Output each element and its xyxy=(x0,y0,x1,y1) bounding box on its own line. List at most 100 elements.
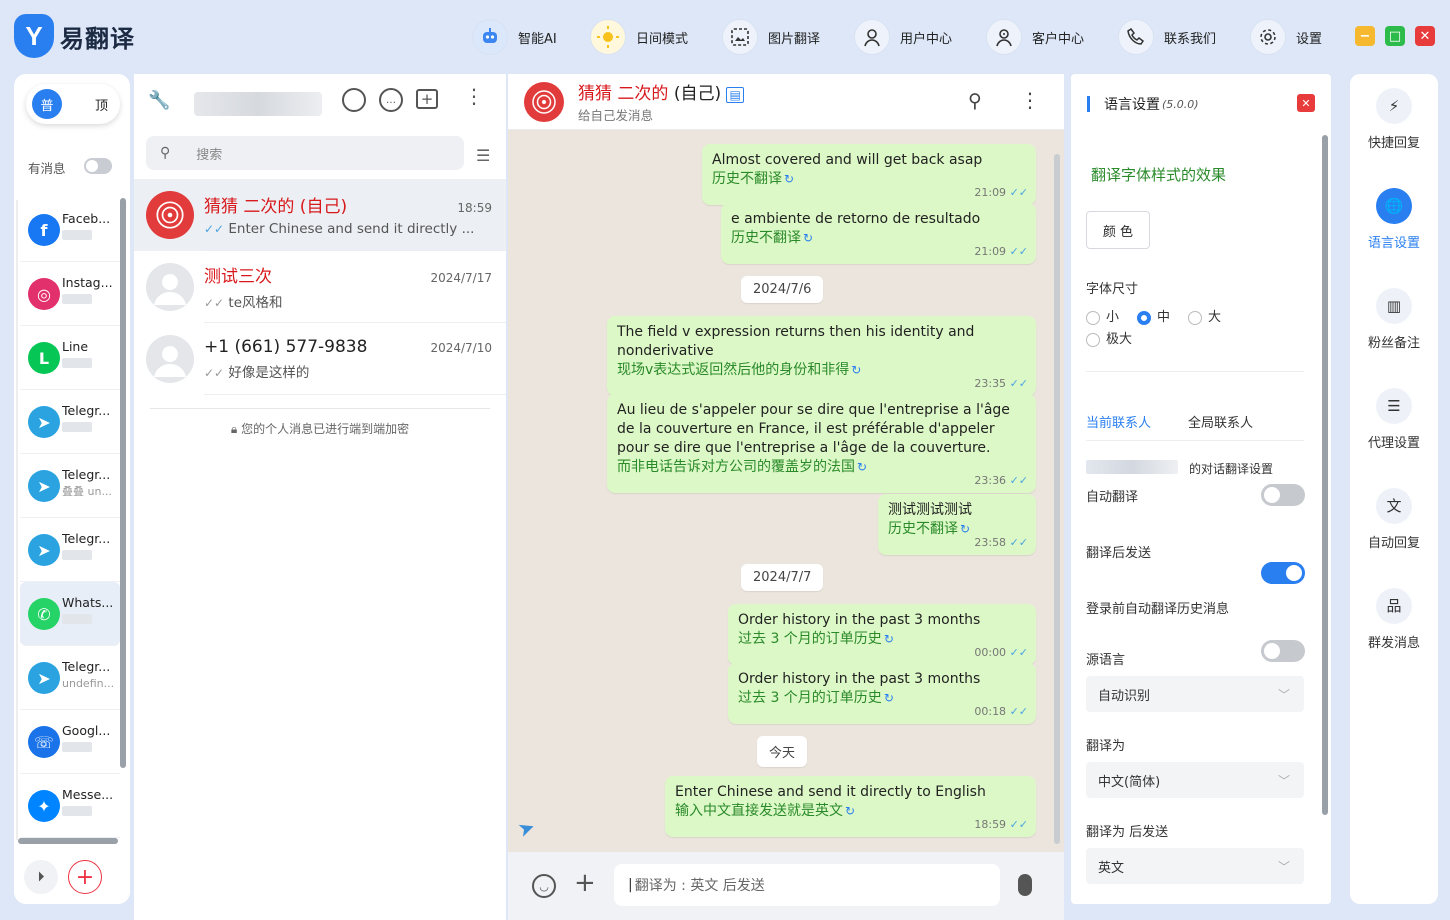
tool-notes[interactable]: ▥ 粉丝备注 xyxy=(1350,274,1438,364)
app-item[interactable]: ➤ Telegr... xyxy=(20,518,120,582)
tool-broadcast[interactable]: 品群发消息 xyxy=(1350,574,1438,664)
tab-global-contact[interactable]: 全局联系人 xyxy=(1188,412,1253,431)
status-icon[interactable] xyxy=(342,88,366,112)
message-area[interactable]: Almost covered and will get back asap 历史不… xyxy=(508,130,1064,852)
top-bar: Y 易翻译 智能AI 日间模式 图片翻译 用户中心 客户中心 联系我们 设置 −… xyxy=(0,0,1450,75)
message-text: Au lieu de s'appeler pour se dire que l'… xyxy=(617,402,1010,456)
maximize-button[interactable]: □ xyxy=(1385,26,1405,46)
settings-scrollbar[interactable] xyxy=(1322,135,1328,815)
tool-proxy[interactable]: ☰ 代理设置 xyxy=(1350,374,1438,464)
nav-contact-us[interactable]: 联系我们 xyxy=(1118,14,1216,60)
app-item[interactable]: ✆ Whats... xyxy=(20,582,120,646)
message-meta: 21:09 ✓✓ xyxy=(974,183,1028,202)
retranslate-icon[interactable]: ↻ xyxy=(884,632,894,646)
profile-card-icon[interactable]: ▤ xyxy=(726,87,744,103)
app-item[interactable]: ☏ Googl... xyxy=(20,710,120,774)
menu-kebab-icon[interactable]: ⋮ xyxy=(1020,88,1040,112)
app-list-hscrollbar[interactable] xyxy=(18,838,118,844)
channels-icon[interactable]: … xyxy=(379,88,403,112)
retranslate-icon[interactable]: ↻ xyxy=(857,460,867,474)
translation-text: 过去 3 个月的订单历史 xyxy=(738,631,882,647)
collapse-rail-icon[interactable]: ⏵ xyxy=(24,860,58,894)
nav-customer-center[interactable]: 客户中心 xyxy=(986,14,1084,60)
message-text: Enter Chinese and send it directly to En… xyxy=(675,784,986,800)
pin-mode-toggle[interactable]: 普 顶 xyxy=(26,84,120,124)
chat-preview: ✓✓ 好像是这样的 xyxy=(204,361,492,381)
composer-placeholder: 翻译为 : 英文 后发送 xyxy=(634,878,765,894)
close-button[interactable]: ✕ xyxy=(1415,26,1435,46)
retranslate-icon[interactable]: ↻ xyxy=(884,691,894,705)
tool-globe[interactable]: 🌐 语言设置 xyxy=(1350,174,1438,264)
attach-plus-icon[interactable]: + xyxy=(574,868,596,898)
color-button[interactable]: 颜 色 xyxy=(1086,211,1150,249)
app-item[interactable]: ➤ Telegr... undefin... xyxy=(20,646,120,710)
nav-settings[interactable]: 设置 xyxy=(1250,14,1322,60)
minimize-button[interactable]: − xyxy=(1355,26,1375,46)
user-icon xyxy=(854,19,890,55)
font-size-medium[interactable]: 中 xyxy=(1137,306,1170,325)
tool-quick-reply[interactable]: ⚡ 快捷回复 xyxy=(1350,74,1438,164)
tab-current-contact[interactable]: 当前联系人 xyxy=(1086,412,1151,431)
nav-image-translate[interactable]: 图片翻译 xyxy=(722,14,820,60)
translation-text: 历史不翻译 xyxy=(712,171,782,187)
microphone-icon[interactable] xyxy=(1018,874,1032,896)
send-after-translate-toggle[interactable] xyxy=(1261,562,1305,584)
font-size-xlarge[interactable]: 极大 xyxy=(1086,328,1132,347)
message-bubble[interactable]: e ambiente de retorno de resultado 历史不翻译 ↻… xyxy=(721,203,1036,264)
app-item[interactable]: ◎ Instag... xyxy=(20,262,120,326)
message-bubble[interactable]: Order history in the past 3 months 过去 3 个… xyxy=(728,604,1036,665)
retranslate-icon[interactable]: ↻ xyxy=(803,231,813,245)
app-item[interactable]: ➤ Telegr... xyxy=(20,390,120,454)
app-item[interactable]: ➤ Telegr... 叠叠 un... xyxy=(20,454,120,518)
font-size-small[interactable]: 小 xyxy=(1086,306,1119,325)
message-bubble[interactable]: Au lieu de s'appeler pour se dire que l'… xyxy=(607,394,1036,493)
app-item[interactable]: ✦ Messe... xyxy=(20,774,120,838)
retranslate-icon[interactable]: ↻ xyxy=(960,522,970,536)
unread-filter-switch[interactable] xyxy=(84,158,112,174)
pill-normal[interactable]: 普 xyxy=(32,89,62,119)
app-list-scrollbar[interactable] xyxy=(120,198,126,768)
message-bubble[interactable]: The field v expression returns then his … xyxy=(607,316,1036,396)
search-input[interactable]: 搜索 xyxy=(196,144,222,163)
target-language-select[interactable]: 中文(简体) ﹀ xyxy=(1086,762,1304,798)
encryption-text: 您的个人消息已进行端到端加密 xyxy=(241,422,410,436)
wrench-icon[interactable]: 🔧 xyxy=(148,90,170,111)
close-settings-icon[interactable]: ✕ xyxy=(1297,94,1315,112)
auto-translate-toggle[interactable] xyxy=(1261,484,1305,506)
app-item-name: Telegr... xyxy=(62,403,111,418)
retranslate-icon[interactable]: ↻ xyxy=(845,804,855,818)
message-bubble[interactable]: Enter Chinese and send it directly to En… xyxy=(665,776,1036,837)
customer-icon xyxy=(986,19,1022,55)
send-language-select[interactable]: 英文 ﹀ xyxy=(1086,848,1304,884)
search-box[interactable]: ⚲ 搜索 xyxy=(146,136,464,170)
retranslate-icon[interactable]: ↻ xyxy=(851,363,861,377)
app-item[interactable]: L Line xyxy=(20,326,120,390)
message-bubble[interactable]: Order history in the past 3 months 过去 3 个… xyxy=(728,663,1036,724)
retranslate-icon[interactable]: ↻ xyxy=(784,172,794,186)
chat-list-item[interactable]: 测试三次 2024/7/17 ✓✓ te风格和 xyxy=(134,251,506,323)
message-bubble[interactable]: 测试测试测试 历史不翻译 ↻ 23:58 ✓✓ xyxy=(878,494,1036,555)
nav-day-mode[interactable]: 日间模式 xyxy=(590,14,688,60)
message-text: 测试测试测试 xyxy=(888,502,972,518)
app-item-name: Faceb... xyxy=(62,211,111,226)
add-app-icon[interactable]: + xyxy=(68,860,102,894)
app-item[interactable]: f Faceb... xyxy=(20,198,120,262)
conversation-header[interactable]: 猜猜 二次的 (自己) ▤ 给自己发消息 ⚲ ⋮ xyxy=(508,74,1064,130)
menu-kebab-icon[interactable]: ⋮ xyxy=(464,86,484,106)
tool-auto-reply[interactable]: 文自动回复 xyxy=(1350,474,1438,564)
emoji-icon[interactable]: ◡ xyxy=(532,874,556,898)
new-chat-icon[interactable]: + xyxy=(416,89,438,109)
nav-smart-ai[interactable]: 智能AI xyxy=(472,14,557,60)
message-input[interactable]: | 翻译为 : 英文 后发送 xyxy=(614,864,1000,906)
pill-top[interactable]: 顶 xyxy=(95,95,108,114)
message-scrollbar[interactable] xyxy=(1054,154,1060,844)
chat-list-item[interactable]: 猜猜 二次的 (自己) 18:59 ✓✓ Enter Chinese and sen… xyxy=(134,179,506,251)
nav-user-center[interactable]: 用户中心 xyxy=(854,14,952,60)
message-bubble[interactable]: Almost covered and will get back asap 历史不… xyxy=(702,144,1036,205)
chat-list-item[interactable]: +1 (661) 577-9838 2024/7/10 ✓✓ 好像是这样的 xyxy=(134,323,506,395)
search-icon[interactable]: ⚲ xyxy=(968,90,982,112)
filter-icon[interactable]: ☰ xyxy=(476,146,490,165)
translate-history-toggle[interactable] xyxy=(1261,640,1305,662)
font-size-large[interactable]: 大 xyxy=(1188,306,1221,325)
source-language-select[interactable]: 自动识别 ﹀ xyxy=(1086,676,1304,712)
